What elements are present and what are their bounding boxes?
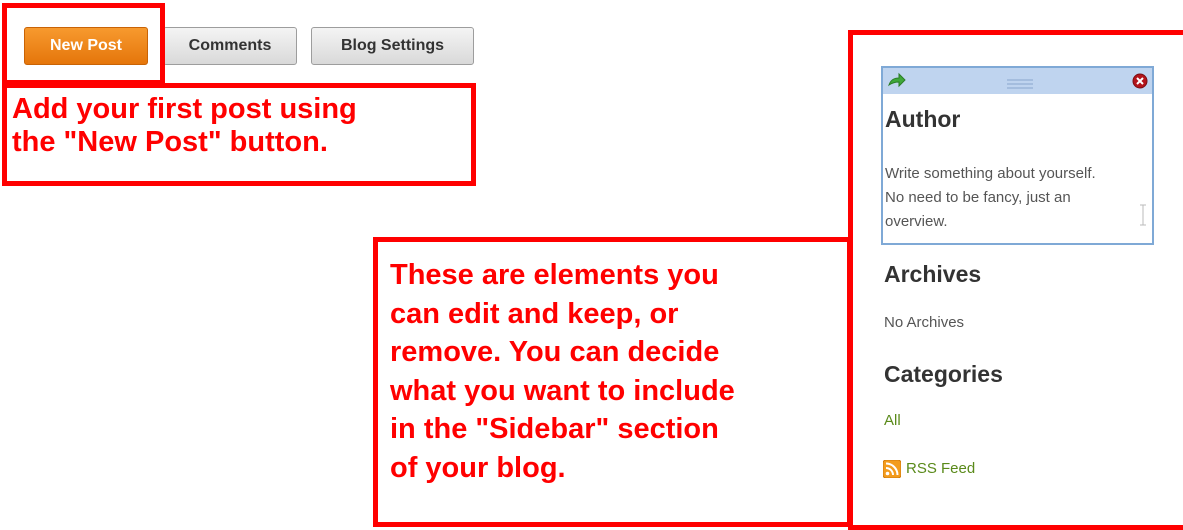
close-icon[interactable] <box>1132 73 1148 94</box>
categories-heading: Categories <box>884 361 1003 387</box>
author-text-line: No need to be fancy, just an <box>885 189 1071 206</box>
author-text-line: overview. <box>885 213 948 230</box>
author-text-line: Write something about yourself. <box>885 165 1096 182</box>
callout-line: the "New Post" button. <box>12 126 328 158</box>
callout-line: of your blog. <box>390 451 566 484</box>
author-widget[interactable]: Author Write something about yourself. N… <box>881 66 1154 245</box>
callout-line: can edit and keep, or <box>390 297 679 330</box>
callout-line: Add your first post using <box>12 93 357 125</box>
author-heading: Author <box>885 106 961 132</box>
callout-line: These are elements you <box>390 259 719 291</box>
rss-feed-link[interactable]: RSS Feed <box>906 460 975 477</box>
callout-line: in the "Sidebar" section <box>390 413 719 445</box>
move-arrow-icon[interactable] <box>887 72 907 93</box>
drag-handle-icon[interactable] <box>1007 76 1033 94</box>
widget-toolbar <box>883 68 1152 94</box>
sidebar-callout: These are elements you can edit and keep… <box>390 256 735 487</box>
first-post-callout: Add your first post using the "New Post"… <box>12 93 357 159</box>
comments-button[interactable]: Comments <box>163 27 297 65</box>
new-post-highlight-box <box>2 3 165 85</box>
blog-settings-button[interactable]: Blog Settings <box>311 27 474 65</box>
rss-icon[interactable] <box>882 459 902 483</box>
category-link-all[interactable]: All <box>884 412 901 429</box>
callout-line: what you want to include <box>390 374 735 407</box>
callout-line: remove. You can decide <box>390 336 720 368</box>
text-cursor-icon <box>1139 204 1147 226</box>
archives-heading: Archives <box>884 261 982 287</box>
archives-text: No Archives <box>884 314 965 331</box>
author-description: Write something about yourself. No need … <box>885 162 1155 234</box>
